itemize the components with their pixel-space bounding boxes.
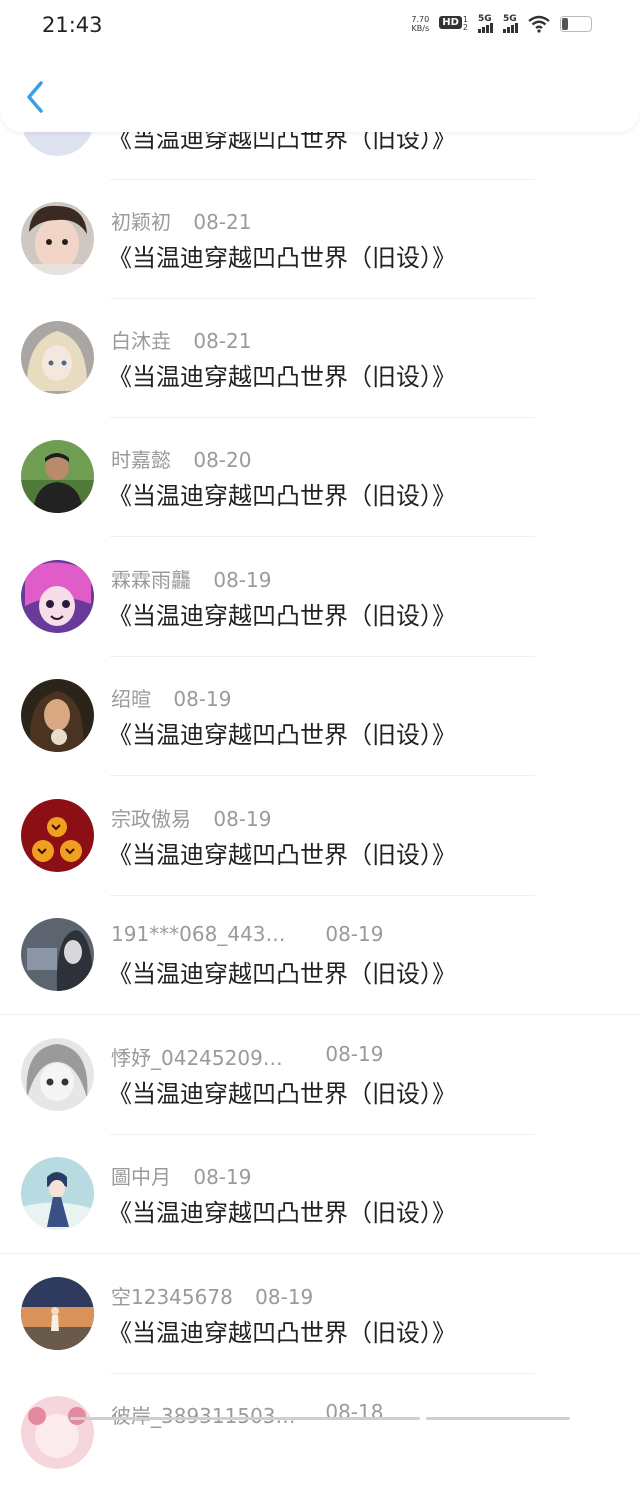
avatar[interactable] (21, 202, 94, 275)
divider (0, 1014, 640, 1015)
comment-title[interactable]: 《当温迪穿越凹凸世界（旧设）》 (108, 1193, 456, 1228)
hd-sub: 1 2 (462, 15, 468, 32)
avatar[interactable] (21, 799, 94, 872)
back-chevron-icon[interactable] (24, 80, 48, 114)
comment-meta: 圖中月 08-19 (111, 1161, 251, 1190)
comment-date: 08-19 (255, 1285, 314, 1309)
list-item[interactable]: 时嘉懿 08-20 《当温迪穿越凹凸世界（旧设）》 (0, 418, 640, 537)
comment-date: 08-19 (213, 568, 272, 592)
user-name[interactable]: 宗政傲易 (111, 803, 191, 832)
network-speed: 7.70 KB/s (411, 15, 429, 33)
comment-meta: 191***068_443… 08-19 (111, 922, 383, 946)
avatar[interactable] (21, 679, 94, 752)
avatar[interactable] (21, 1396, 94, 1469)
comment-title[interactable]: 《当温迪穿越凹凸世界（旧设）》 (108, 1313, 456, 1348)
status-time: 21:43 (42, 13, 103, 37)
hd-label: HD (439, 15, 462, 29)
list-item[interactable]: 初颖初 08-21 《当温迪穿越凹凸世界（旧设）》 (0, 180, 640, 299)
comment-title[interactable]: 《当温迪穿越凹凸世界（旧设）》 (108, 357, 456, 392)
user-name[interactable]: 时嘉懿 (111, 444, 171, 473)
comment-date: 08-18 (325, 1400, 384, 1424)
hd-sub-bottom: 2 (462, 22, 468, 32)
avatar[interactable] (21, 1157, 94, 1230)
comment-date: 08-19 (325, 922, 384, 946)
avatar[interactable] (21, 440, 94, 513)
comment-meta: 绍暄 08-19 (111, 683, 231, 712)
hd-icon: HD 1 2 (439, 15, 468, 32)
network-speed-value: 7.70 (411, 14, 430, 24)
avatar[interactable] (21, 1277, 94, 1350)
comment-meta: 空12345678 08-19 (111, 1281, 313, 1310)
comment-title[interactable]: 《当温迪穿越凹凸世界（旧设）》 (108, 835, 456, 870)
comment-date: 08-19 (173, 687, 232, 711)
comment-meta: 彼岸_389311503… 08-18 (111, 1400, 383, 1429)
comment-date: 08-20 (193, 448, 252, 472)
status-icons: 7.70 KB/s HD 1 2 5G 5G (411, 14, 592, 33)
divider (0, 1253, 640, 1254)
signal-label: 5G (478, 14, 492, 24)
comment-title[interactable]: 《当温迪穿越凹凸世界（旧设）》 (108, 715, 456, 750)
user-name[interactable]: 悸妤_04245209… (111, 1042, 299, 1071)
comment-title[interactable]: 《当温迪穿越凹凸世界（旧设）》 (108, 476, 456, 511)
list-item[interactable]: 悸妤_04245209… 08-19 《当温迪穿越凹凸世界（旧设）》 (0, 1016, 640, 1135)
comment-meta: 时嘉懿 08-20 (111, 444, 251, 473)
comment-date: 08-19 (213, 807, 272, 831)
list-item[interactable]: 空12345678 08-19 《当温迪穿越凹凸世界（旧设）》 (0, 1255, 640, 1374)
home-indicator[interactable] (70, 1417, 420, 1420)
top-bar: 21:43 7.70 KB/s HD 1 2 5G 5G (0, 0, 640, 132)
list-item[interactable]: 191***068_443… 08-19 《当温迪穿越凹凸世界（旧设）》 (0, 896, 640, 1015)
comment-title[interactable]: 《当温迪穿越凹凸世界（旧设）》 (108, 596, 456, 631)
wifi-icon (528, 15, 550, 33)
avatar[interactable] (21, 1038, 94, 1111)
comment-title[interactable]: 《当温迪穿越凹凸世界（旧设）》 (108, 954, 456, 989)
network-speed-unit: KB/s (411, 23, 430, 33)
user-name[interactable]: 彼岸_389311503… (111, 1400, 299, 1429)
user-name[interactable]: 圖中月 (111, 1161, 171, 1190)
list-item[interactable]: 宗政傲易 08-19 《当温迪穿越凹凸世界（旧设）》 (0, 777, 640, 896)
avatar[interactable] (21, 560, 94, 633)
comment-meta: 宗政傲易 08-19 (111, 803, 271, 832)
list-item[interactable]: 霖霖雨龘 08-19 《当温迪穿越凹凸世界（旧设）》 (0, 538, 640, 657)
comment-meta: 白沐垚 08-21 (111, 325, 251, 354)
comment-date: 08-19 (193, 1165, 252, 1189)
divider (110, 775, 535, 776)
comment-meta: 悸妤_04245209… 08-19 (111, 1042, 383, 1071)
user-name[interactable]: 191***068_443… (111, 922, 299, 946)
avatar[interactable] (21, 918, 94, 991)
comment-title[interactable]: 《当温迪穿越凹凸世界（旧设）》 (108, 238, 456, 273)
comment-title[interactable]: 《当温迪穿越凹凸世界（旧设）》 (108, 1074, 456, 1109)
user-name[interactable]: 白沐垚 (111, 325, 171, 354)
home-indicator-right (426, 1417, 570, 1420)
signal-label: 5G (503, 14, 517, 24)
user-name[interactable]: 霖霖雨龘 (111, 564, 191, 593)
comment-date: 08-21 (193, 210, 252, 234)
list-item[interactable]: 彼岸_389311503… 08-18 (0, 1374, 640, 1493)
comment-date: 08-21 (193, 329, 252, 353)
user-name[interactable]: 初颖初 (111, 206, 171, 235)
list-item[interactable]: 白沐垚 08-21 《当温迪穿越凹凸世界（旧设）》 (0, 299, 640, 418)
list-item[interactable]: 绍暄 08-19 《当温迪穿越凹凸世界（旧设）》 (0, 657, 640, 776)
comment-meta: 霖霖雨龘 08-19 (111, 564, 271, 593)
avatar[interactable] (21, 321, 94, 394)
comment-list: 《当温迪穿越凹凸世界（旧设）》 初颖初 08-21 《当温迪穿越凹凸世界（旧设）… (0, 0, 640, 1469)
user-name[interactable]: 绍暄 (111, 683, 151, 712)
user-name[interactable]: 空12345678 (111, 1281, 233, 1310)
battery-icon (560, 15, 592, 32)
comment-meta: 初颖初 08-21 (111, 206, 251, 235)
signal-icon: 5G (478, 14, 493, 33)
signal-icon: 5G (503, 14, 518, 33)
comment-date: 08-19 (325, 1042, 384, 1066)
list-item[interactable]: 圖中月 08-19 《当温迪穿越凹凸世界（旧设）》 (0, 1135, 640, 1254)
divider (110, 536, 535, 537)
